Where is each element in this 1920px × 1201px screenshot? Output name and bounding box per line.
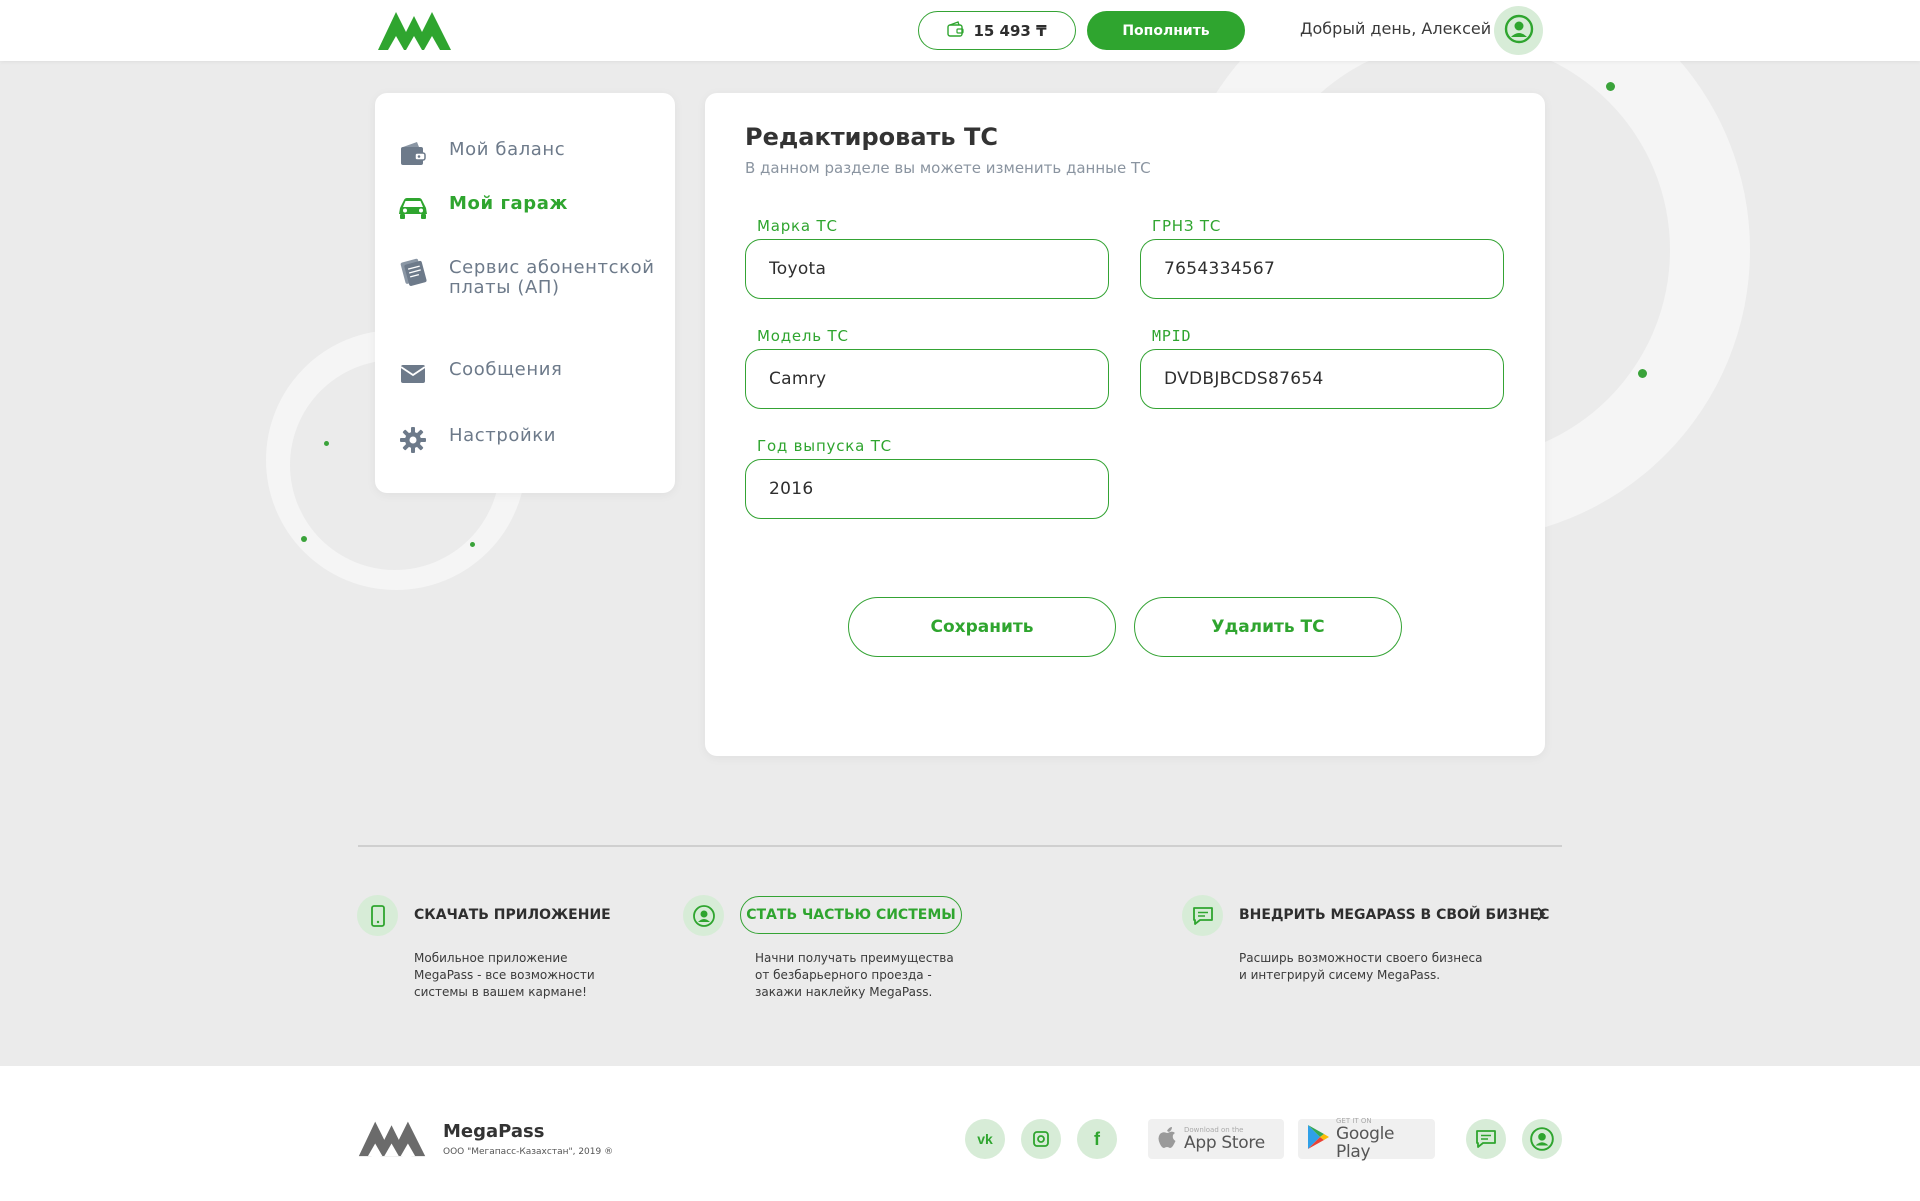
greeting-text: Добрый день, Алексей (1300, 19, 1492, 38)
download-app-title[interactable]: СКАЧАТЬ ПРИЛОЖЕНИЕ (414, 907, 611, 923)
sidebar-item-messages[interactable]: Сообщения (397, 360, 562, 388)
sidebar-item-label: Мой гараж (449, 193, 569, 214)
delete-vehicle-button[interactable]: Удалить ТС (1134, 597, 1402, 657)
join-system-desc: Начни получать преимущества от безбарьер… (755, 951, 954, 999)
brand-name: MegaPass (443, 1121, 545, 1142)
wallet-icon (947, 20, 965, 41)
balance-display[interactable]: 15 493 ₸ (918, 11, 1076, 50)
sidebar-nav: Мой баланс Мой гараж Сервис абонентской … (375, 93, 675, 493)
bottom-footer: MegaPass ООО "Мегапасс-Казахстан", 2019 … (0, 1066, 1920, 1201)
facebook-icon[interactable]: f (1077, 1119, 1117, 1159)
footer-divider (358, 845, 1562, 847)
sidebar-item-garage[interactable]: Мой гараж (397, 194, 568, 222)
sidebar-item-subscription[interactable]: Сервис абонентской платы (АП) (397, 258, 659, 298)
decor-dot (470, 542, 475, 547)
download-app-desc: Мобильное приложение MegaPass - все возм… (414, 951, 595, 999)
mpid-label: MPID (1152, 327, 1192, 345)
model-input[interactable] (745, 349, 1109, 409)
sidebar-item-balance[interactable]: Мой баланс (397, 140, 565, 168)
balance-amount: 15 493 ₸ (973, 21, 1047, 40)
megapass-logo-gray[interactable] (357, 1118, 427, 1158)
mpid-field: MPID (1140, 327, 1504, 409)
brand-input[interactable] (745, 239, 1109, 299)
sidebar-item-label: Сервис абонентской платы (АП) (449, 257, 655, 298)
topup-button[interactable]: Пополнить (1087, 11, 1245, 50)
model-field: Модель ТС (745, 327, 1109, 409)
google-play-icon (1306, 1124, 1330, 1154)
sidebar-item-settings[interactable]: Настройки (397, 426, 556, 454)
user-icon[interactable] (683, 895, 724, 936)
tickets-icon (397, 258, 429, 286)
wallet-icon (397, 140, 429, 168)
plate-input[interactable] (1140, 239, 1504, 299)
sidebar-item-label: Мой баланс (449, 139, 566, 160)
user-icon (1503, 13, 1535, 49)
decor-dot (301, 536, 307, 542)
plate-field: ГРНЗ ТС (1140, 217, 1504, 299)
megapass-logo[interactable] (376, 8, 453, 52)
year-field: Год выпуска ТС (745, 437, 1109, 519)
brand-label: Марка ТС (757, 217, 838, 235)
google-play-text: Google Play (1336, 1124, 1395, 1162)
decor-dot (324, 441, 329, 446)
app-store-badge[interactable]: Download on the App Store (1148, 1119, 1284, 1159)
save-button[interactable]: Сохранить (848, 597, 1116, 657)
car-icon (397, 194, 429, 222)
join-system-button[interactable]: СТАТЬ ЧАСТЬЮ СИСТЕМЫ (740, 896, 962, 934)
top-header: 15 493 ₸ Пополнить Добрый день, Алексей (0, 0, 1920, 61)
apple-icon (1156, 1124, 1178, 1154)
user-icon[interactable] (1522, 1119, 1562, 1159)
instagram-icon[interactable] (1021, 1119, 1061, 1159)
plate-label: ГРНЗ ТС (1152, 217, 1222, 235)
model-label: Модель ТС (757, 327, 849, 345)
vk-icon[interactable]: vk (965, 1119, 1005, 1159)
decor-dot (1638, 369, 1647, 378)
phone-icon[interactable] (357, 895, 398, 936)
decor-dot (1606, 82, 1615, 91)
copyright-text: ООО "Мегапасс-Казахстан", 2019 ® (443, 1147, 614, 1157)
user-avatar-button[interactable] (1494, 6, 1543, 55)
year-label: Год выпуска ТС (757, 437, 892, 455)
sidebar-item-label: Настройки (449, 425, 557, 446)
google-play-badge[interactable]: GET IT ON Google Play (1298, 1117, 1435, 1162)
chat-icon[interactable] (1466, 1119, 1506, 1159)
gear-icon (397, 426, 429, 454)
chevron-right-icon[interactable] (1536, 906, 1546, 926)
envelope-icon (397, 360, 429, 388)
year-input[interactable] (745, 459, 1109, 519)
brand-field: Марка ТС (745, 217, 1109, 299)
page-subtitle: В данном разделе вы можете изменить данн… (745, 159, 1151, 177)
chat-icon[interactable] (1182, 895, 1223, 936)
business-integration-title[interactable]: ВНЕДРИТЬ MEGAPASS В СВОЙ БИЗНЕС (1239, 907, 1549, 923)
page-title: Редактировать ТС (745, 123, 998, 151)
mpid-input[interactable] (1140, 349, 1504, 409)
edit-vehicle-card: Редактировать ТС В данном разделе вы мож… (705, 93, 1545, 756)
sidebar-item-label: Сообщения (449, 359, 563, 380)
app-store-text: App Store (1184, 1133, 1265, 1153)
business-integration-desc: Расширь возможности своего бизнеса и инт… (1239, 951, 1483, 982)
